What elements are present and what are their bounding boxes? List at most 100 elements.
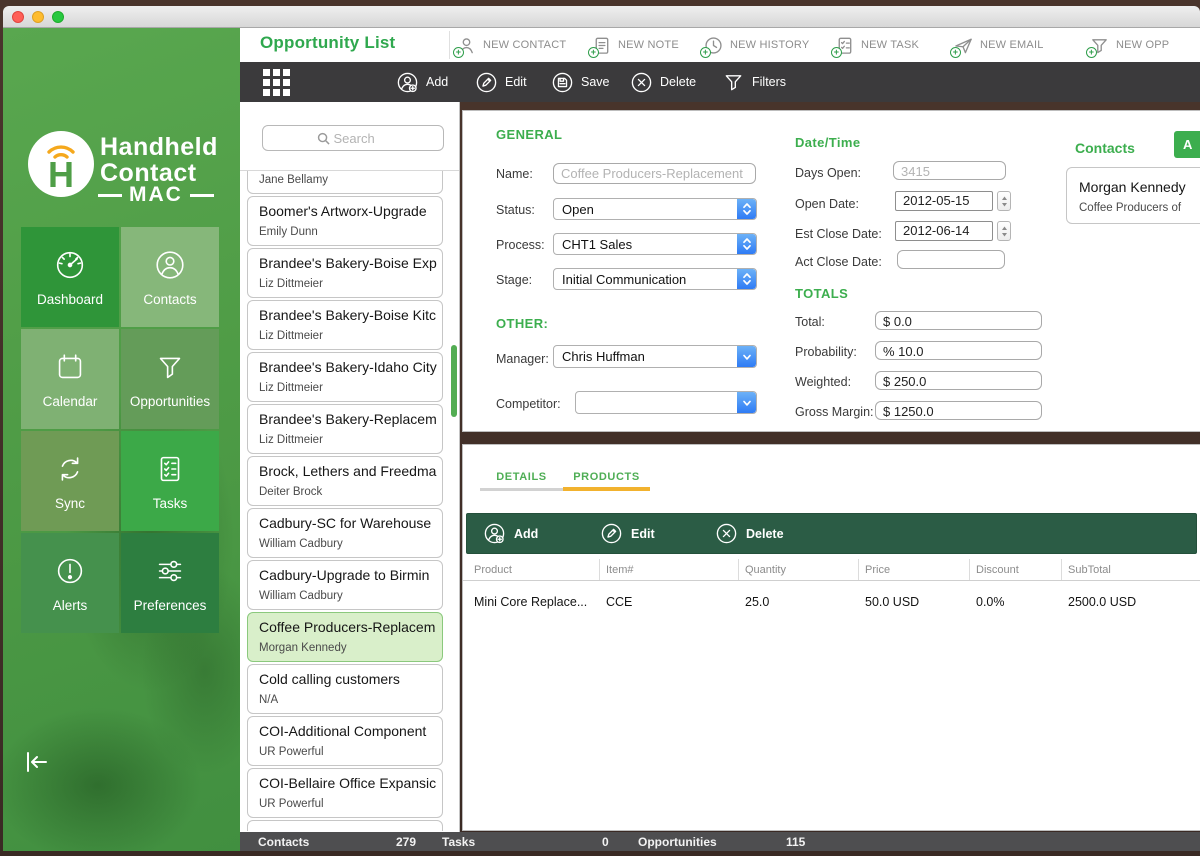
list-item[interactable]: Brandee's Bakery-Idaho CityLiz Dittmeier xyxy=(247,352,443,402)
contact-card[interactable]: Morgan Kennedy Coffee Producers of xyxy=(1066,167,1200,224)
sidebar-item-opportunities[interactable]: Opportunities xyxy=(121,329,219,429)
dash-decoration xyxy=(98,194,122,197)
sidebar-item-preferences[interactable]: Preferences xyxy=(121,533,219,633)
minimize-button[interactable] xyxy=(32,11,44,23)
sidebar-item-calendar[interactable]: Calendar xyxy=(21,329,119,429)
sidebar-item-sync[interactable]: Sync xyxy=(21,431,119,531)
sidebar-collapse-button[interactable] xyxy=(23,748,51,781)
tab-products[interactable]: PRODUCTS xyxy=(563,471,650,487)
column-header-price[interactable]: Price xyxy=(865,564,890,576)
column-header-quantity[interactable]: Quantity xyxy=(745,564,786,576)
new-task-icon: + xyxy=(834,35,856,56)
edit-button[interactable]: Edit xyxy=(475,62,527,102)
new-email-button[interactable]: + NEW EMAIL xyxy=(953,34,1044,56)
new-task-button[interactable]: + NEW TASK xyxy=(834,34,919,56)
new-opp-button[interactable]: + NEW OPP xyxy=(1089,34,1169,56)
product-delete-button[interactable]: Delete xyxy=(715,513,784,554)
filters-button[interactable]: Filters xyxy=(722,62,786,102)
section-heading-general: GENERAL xyxy=(496,127,562,142)
list-item[interactable] xyxy=(247,820,443,831)
contact-add-button[interactable]: A xyxy=(1174,131,1200,158)
list-scrollbar[interactable] xyxy=(451,345,457,417)
status-contacts-label: Contacts xyxy=(258,835,309,849)
tab-details[interactable]: DETAILS xyxy=(480,471,563,487)
open-date-field[interactable]: 2012-05-15 xyxy=(895,191,993,211)
brand-monogram: H xyxy=(28,157,94,193)
list-item[interactable]: Cadbury-Upgrade to BirminWilliam Cadbury xyxy=(247,560,443,610)
probability-field[interactable]: % 10.0 xyxy=(875,341,1042,360)
delete-button[interactable]: Delete xyxy=(630,62,696,102)
open-date-label: Open Date: xyxy=(795,197,859,211)
alert-exclamation-icon xyxy=(52,553,88,589)
open-date-stepper[interactable] xyxy=(997,191,1011,211)
list-item[interactable]: Brock, Lethers and FreedmaDeiter Brock xyxy=(247,456,443,506)
manager-dropdown[interactable]: Chris Huffman xyxy=(553,345,757,368)
add-button[interactable]: Add xyxy=(396,62,448,102)
list-item[interactable]: Boomer's Artworx-UpgradeEmily Dunn xyxy=(247,196,443,246)
app-window: H Handheld Contact MAC Dashboard Contact… xyxy=(0,0,1200,856)
gross-margin-field[interactable]: $ 1250.0 xyxy=(875,401,1042,420)
days-open-label: Days Open: xyxy=(795,166,861,180)
list-item[interactable]: COI-Bellaire Office ExpansicUR Powerful xyxy=(247,768,443,818)
list-item-selected[interactable]: Coffee Producers-ReplacemMorgan Kennedy xyxy=(247,612,443,662)
weighted-field[interactable]: $ 250.0 xyxy=(875,371,1042,390)
status-dropdown[interactable]: Open xyxy=(553,198,757,220)
list-item[interactable]: Cold calling customersN/A xyxy=(247,664,443,714)
save-button[interactable]: Save xyxy=(551,62,610,102)
new-contact-icon: + xyxy=(456,35,478,56)
gross-margin-label: Gross Margin: xyxy=(795,405,874,419)
sync-icon xyxy=(52,451,88,487)
calendar-icon xyxy=(52,349,88,385)
status-opportunities-count: 115 xyxy=(786,835,805,849)
list-item[interactable]: Cadbury-SC for WarehouseWilliam Cadbury xyxy=(247,508,443,558)
list-item[interactable]: COI-Additional ComponentUR Powerful xyxy=(247,716,443,766)
cell-subtotal: 2500.0 USD xyxy=(1068,595,1136,609)
search-input[interactable] xyxy=(334,131,390,146)
edit-pencil-icon xyxy=(600,522,623,545)
sidebar-item-tasks[interactable]: Tasks xyxy=(121,431,219,531)
close-button[interactable] xyxy=(12,11,24,23)
sidebar-item-dashboard[interactable]: Dashboard xyxy=(21,227,119,327)
cell-product: Mini Core Replace... xyxy=(474,595,587,609)
grid-menu-icon[interactable] xyxy=(263,69,290,96)
sidebar-item-label: Dashboard xyxy=(37,292,103,307)
competitor-dropdown[interactable] xyxy=(575,391,757,414)
funnel-icon xyxy=(152,349,188,385)
sidebar-item-label: Opportunities xyxy=(130,394,210,409)
stage-dropdown[interactable]: Initial Communication xyxy=(553,268,757,290)
column-header-item[interactable]: Item# xyxy=(606,564,634,576)
est-close-date-label: Est Close Date: xyxy=(795,227,882,241)
contacts-person-icon xyxy=(152,247,188,283)
total-field[interactable]: $ 0.0 xyxy=(875,311,1042,330)
est-close-date-stepper[interactable] xyxy=(997,221,1011,241)
contact-company: Coffee Producers of xyxy=(1079,202,1181,214)
opportunity-list[interactable]: Jane Bellamy Boomer's Artworx-UpgradeEmi… xyxy=(240,170,459,831)
new-contact-button[interactable]: + NEW CONTACT xyxy=(456,34,566,56)
list-item[interactable]: Brandee's Bakery-Boise ExpLiz Dittmeier xyxy=(247,248,443,298)
divider xyxy=(449,31,450,59)
list-item[interactable]: Jane Bellamy xyxy=(247,170,443,194)
list-item[interactable]: Brandee's Bakery-Boise KitcLiz Dittmeier xyxy=(247,300,443,350)
new-note-icon: + xyxy=(591,35,613,56)
sidebar-item-alerts[interactable]: Alerts xyxy=(21,533,119,633)
column-header-discount[interactable]: Discount xyxy=(976,564,1019,576)
product-add-button[interactable]: Add xyxy=(483,513,538,554)
sidebar-item-contacts[interactable]: Contacts xyxy=(121,227,219,327)
process-dropdown[interactable]: CHT1 Sales xyxy=(553,233,757,255)
status-contacts-count: 279 xyxy=(396,835,416,849)
product-edit-button[interactable]: Edit xyxy=(600,513,655,554)
column-header-product[interactable]: Product xyxy=(474,564,512,576)
search-box[interactable] xyxy=(262,125,444,151)
list-item[interactable]: Brandee's Bakery-ReplacemLiz Dittmeier xyxy=(247,404,443,454)
new-note-button[interactable]: + NEW NOTE xyxy=(591,34,679,56)
stage-label: Stage: xyxy=(496,273,532,287)
act-close-date-label: Act Close Date: xyxy=(795,255,882,269)
column-header-subtotal[interactable]: SubTotal xyxy=(1068,564,1111,576)
days-open-field[interactable]: 3415 xyxy=(893,161,1006,180)
est-close-date-field[interactable]: 2012-06-14 xyxy=(895,221,993,241)
name-field[interactable]: Coffee Producers-Replacement xyxy=(553,163,756,184)
zoom-button[interactable] xyxy=(52,11,64,23)
new-history-button[interactable]: + NEW HISTORY xyxy=(703,34,809,56)
plus-badge-icon: + xyxy=(950,47,961,58)
act-close-date-field[interactable] xyxy=(897,250,1005,269)
